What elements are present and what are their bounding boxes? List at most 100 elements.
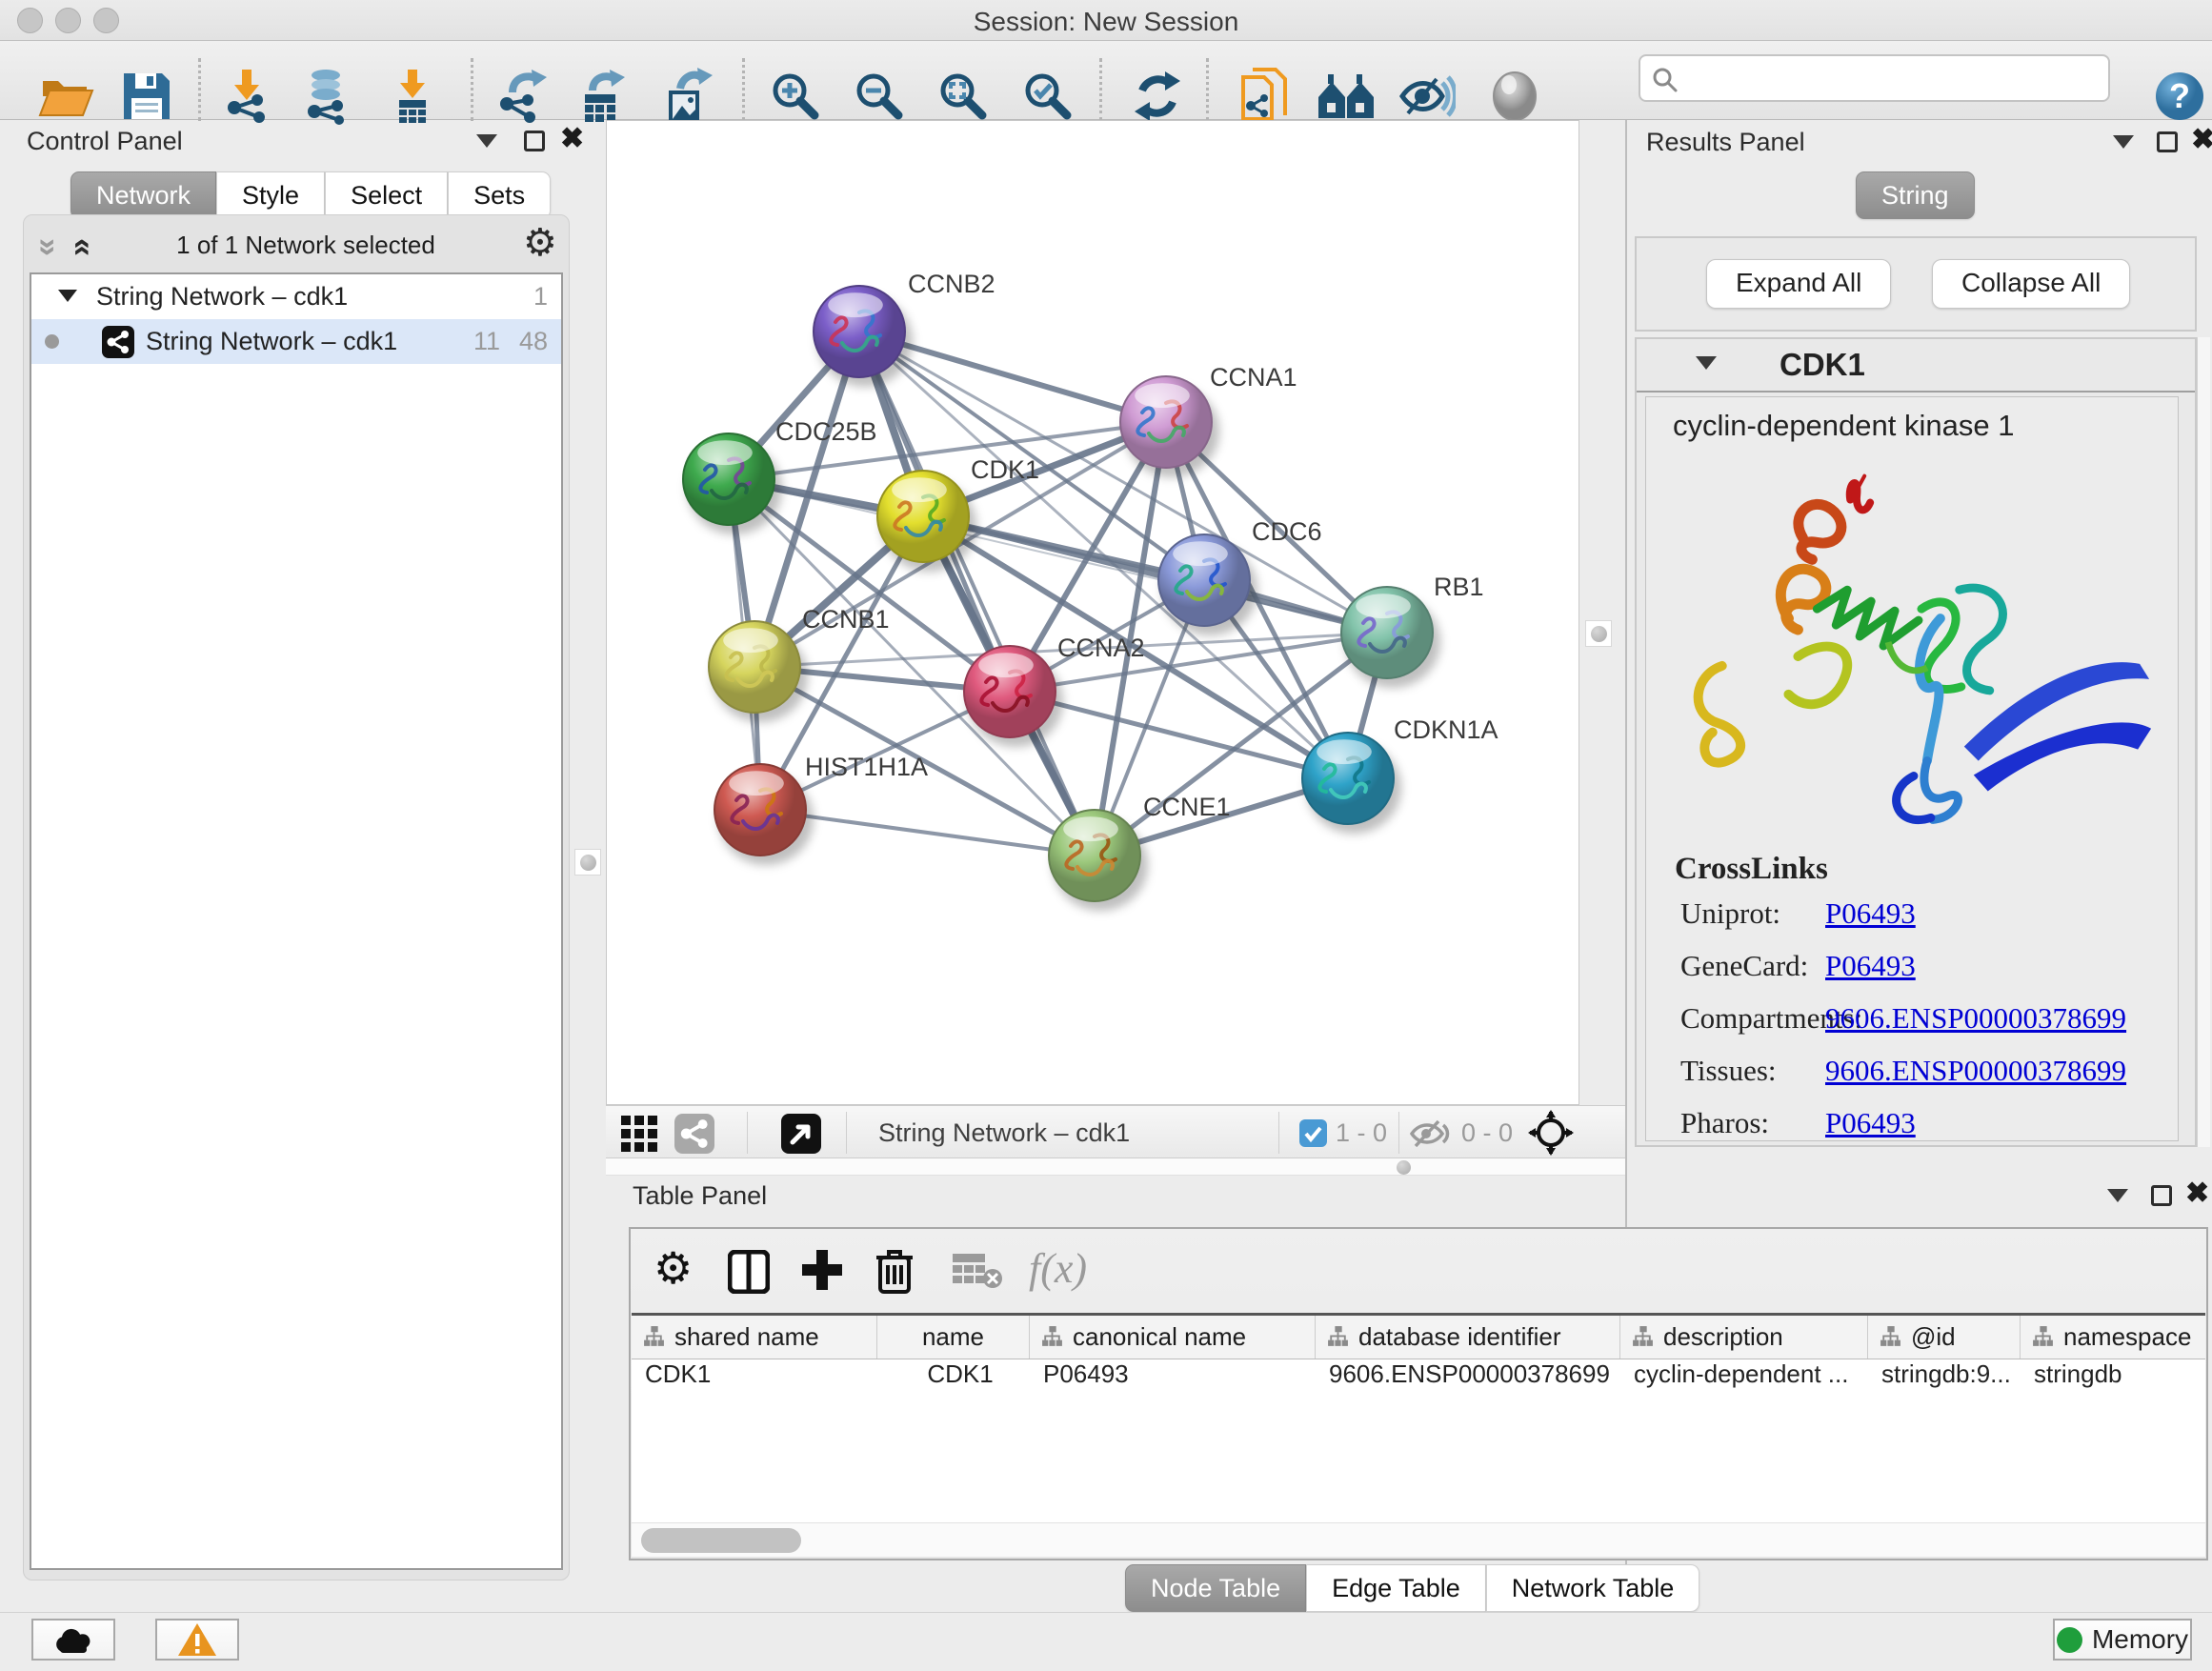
export-image-button[interactable] (655, 66, 716, 127)
table-cell[interactable]: cyclin-dependent ... (1620, 1359, 1868, 1401)
fit-content-crosshair-icon[interactable] (1528, 1110, 1574, 1156)
zoom-out-button[interactable] (849, 66, 910, 127)
status-bar: Memory (0, 1612, 2212, 1671)
left-splitter-handle[interactable] (574, 849, 601, 876)
crosslink-link[interactable]: 9606.ENSP00000378699 (1825, 1001, 2126, 1036)
tab-network-table[interactable]: Network Table (1486, 1564, 1700, 1612)
import-network-file-button[interactable] (217, 66, 278, 127)
scrollbar-thumb[interactable] (641, 1528, 801, 1553)
table-cell[interactable]: stringdb:9... (1868, 1359, 2021, 1401)
collection-expand-icon[interactable] (58, 290, 77, 302)
horizontal-splitter-handle[interactable] (1397, 1160, 1411, 1175)
clone-network-button[interactable] (1235, 66, 1296, 127)
string-home-button[interactable] (1316, 66, 1377, 127)
refresh-button[interactable] (1127, 66, 1188, 127)
column-header-canonical-name[interactable]: canonical name (1030, 1316, 1316, 1359)
tab-network[interactable]: Network (70, 171, 216, 219)
table-horizontal-scrollbar[interactable] (632, 1522, 2205, 1557)
table-options-gear-icon[interactable]: ⚙ (654, 1242, 693, 1294)
column-header-namespace[interactable]: namespace (2021, 1316, 2205, 1359)
column-header-name[interactable]: name (877, 1316, 1030, 1359)
crosslink-link[interactable]: P06493 (1825, 949, 1916, 983)
hidden-eye-icon[interactable] (1410, 1117, 1452, 1150)
network-row-selected[interactable]: String Network – cdk1 11 48 (31, 319, 561, 364)
tab-node-table[interactable]: Node Table (1125, 1564, 1306, 1612)
delete-table-icon[interactable] (953, 1254, 1002, 1288)
import-table-file-button[interactable] (382, 66, 443, 127)
zoom-in-button[interactable] (765, 66, 826, 127)
results-panel-menu-icon[interactable] (2113, 135, 2134, 149)
right-splitter-handle[interactable] (1585, 620, 1612, 647)
table-toolbar: ⚙ f(x) (631, 1229, 2206, 1313)
node-table[interactable]: shared namenamecanonical namedatabase id… (632, 1313, 2205, 1524)
network-options-gear-icon[interactable]: ⚙ (523, 221, 557, 265)
cloud-services-button[interactable] (31, 1619, 115, 1661)
collapse-all-button[interactable]: Collapse All (1932, 259, 2130, 309)
table-cell[interactable]: CDK1 (877, 1359, 1030, 1401)
table-panel-float-icon[interactable] (2151, 1185, 2172, 1206)
table-tabs: Node TableEdge TableNetwork Table (1125, 1564, 1699, 1612)
graph-node-CDC6[interactable]: CDC6 (1158, 517, 1322, 635)
save-session-button[interactable] (116, 66, 177, 127)
selected-checkbox-icon[interactable] (1299, 1119, 1327, 1147)
crosslink-link[interactable]: P06493 (1825, 1106, 1916, 1140)
eye-waves-icon (1398, 71, 1456, 121)
network-graph[interactable]: CCNB2CCNA1CDC25BCDK1CDC6RB1CCNB1CCNA2CDK… (607, 121, 1579, 1104)
zoom-selected-button[interactable] (1017, 66, 1078, 127)
control-panel-menu-icon[interactable] (476, 134, 497, 148)
graph-node-CDKN1A[interactable]: CDKN1A (1302, 715, 1498, 834)
function-builder-icon[interactable]: f(x) (1029, 1244, 1087, 1293)
network-view-canvas[interactable]: CCNB2CCNA1CDC25BCDK1CDC6RB1CCNB1CCNA2CDK… (606, 120, 1579, 1105)
import-network-database-button[interactable] (297, 66, 358, 127)
table-cell[interactable]: CDK1 (632, 1359, 877, 1401)
help-button[interactable]: ? (2149, 66, 2210, 127)
tab-sets[interactable]: Sets (448, 171, 551, 219)
tab-select[interactable]: Select (325, 171, 448, 219)
show-columns-icon[interactable] (728, 1250, 770, 1294)
show-graphics-details-button[interactable] (1484, 66, 1545, 127)
graph-node-RB1[interactable]: RB1 (1341, 573, 1484, 688)
control-panel-float-icon[interactable] (524, 131, 545, 151)
search-input[interactable] (1686, 60, 2096, 96)
gene-collapse-icon[interactable] (1696, 356, 1717, 370)
column-header-database-identifier[interactable]: database identifier (1316, 1316, 1620, 1359)
delete-column-trash-icon[interactable] (875, 1246, 915, 1294)
crosslink-link[interactable]: P06493 (1825, 896, 1916, 931)
expand-all-button[interactable]: Expand All (1706, 259, 1891, 309)
graph-node-CCNA1[interactable]: CCNA1 (1120, 363, 1297, 477)
table-cell[interactable]: P06493 (1030, 1359, 1316, 1401)
zoom-fit-button[interactable] (933, 66, 994, 127)
column-header-description[interactable]: description (1620, 1316, 1868, 1359)
results-panel-float-icon[interactable] (2157, 131, 2178, 152)
results-entry-box: CDK1 cyclin-dependent kinase 1 (1635, 337, 2197, 1147)
column-header-shared-name[interactable]: shared name (632, 1316, 877, 1359)
graph-node-HIST1H1A[interactable]: HIST1H1A (714, 753, 928, 865)
add-column-icon[interactable] (800, 1248, 844, 1292)
crosslink-link[interactable]: 9606.ENSP00000378699 (1825, 1054, 2126, 1088)
memory-button[interactable]: Memory (2053, 1619, 2192, 1661)
tab-edge-table[interactable]: Edge Table (1306, 1564, 1486, 1612)
warnings-button[interactable] (155, 1619, 239, 1661)
table-panel-close-icon[interactable]: ✖ (2185, 1183, 2209, 1204)
table-panel-menu-icon[interactable] (2107, 1189, 2128, 1202)
expand-all-icon[interactable]: » (62, 238, 99, 256)
control-panel-close-icon[interactable]: ✖ (560, 129, 584, 150)
column-header-@id[interactable]: @id (1868, 1316, 2021, 1359)
tab-style[interactable]: Style (216, 171, 325, 219)
export-network-button[interactable] (492, 66, 553, 127)
table-cell[interactable]: stringdb (2021, 1359, 2205, 1401)
export-table-button[interactable] (572, 66, 633, 127)
results-panel-close-icon[interactable]: ✖ (2191, 130, 2212, 151)
gene-entry-header[interactable]: CDK1 (1637, 339, 2195, 393)
table-cell[interactable]: 9606.ENSP00000378699 (1316, 1359, 1620, 1401)
network-collection-row[interactable]: String Network – cdk1 1 (31, 274, 561, 319)
birds-eye-view-icon[interactable] (621, 1116, 659, 1154)
table-row[interactable]: CDK1CDK1P064939606.ENSP00000378699cyclin… (632, 1359, 2205, 1401)
string-style-icon[interactable] (674, 1114, 714, 1154)
graph-node-CCNB2[interactable]: CCNB2 (814, 270, 995, 387)
open-in-browser-icon[interactable] (781, 1114, 821, 1154)
results-scrollbar[interactable] (2197, 337, 2210, 1147)
tab-string[interactable]: String (1856, 171, 1975, 219)
enhanced-graphics-toggle-button[interactable] (1397, 66, 1458, 127)
open-session-button[interactable] (36, 66, 97, 127)
